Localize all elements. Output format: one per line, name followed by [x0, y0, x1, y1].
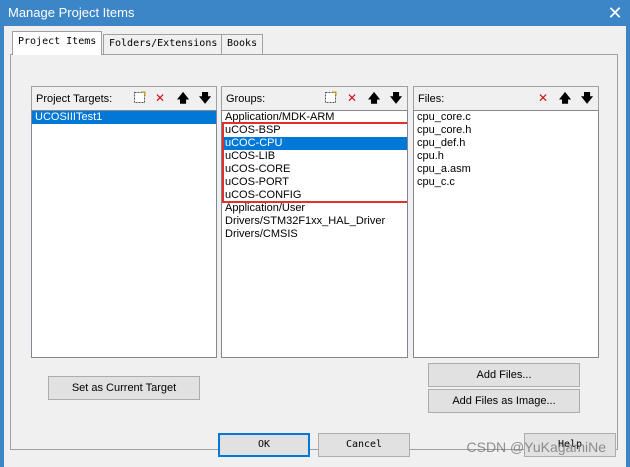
delete-target-icon[interactable]: ✕	[151, 89, 169, 107]
groups-header: Groups: ✕ 🡅 🡇	[221, 86, 408, 110]
files-title: Files:	[418, 93, 445, 105]
list-item-group[interactable]: Application/User	[222, 202, 407, 215]
tab-label: Books	[227, 38, 258, 49]
move-up-icon[interactable]: 🡅	[556, 89, 574, 107]
delete-file-icon[interactable]: ✕	[534, 89, 552, 107]
list-item-target[interactable]: UCOSIIITest1	[32, 111, 216, 124]
files-list[interactable]: cpu_core.c cpu_core.h cpu_def.h cpu.h cp…	[413, 110, 599, 358]
set-current-target-button[interactable]: Set as Current Target	[48, 376, 200, 400]
add-files-as-image-button[interactable]: Add Files as Image...	[428, 389, 580, 413]
move-down-icon[interactable]: 🡇	[196, 89, 214, 107]
project-targets-panel: Project Targets: ✕ 🡅 🡇 UCOSIIITest1	[31, 86, 217, 358]
groups-panel: Groups: ✕ 🡅 🡇 Application/MDK-ARM uCOS-B…	[221, 86, 408, 358]
move-down-icon[interactable]: 🡇	[387, 89, 405, 107]
tab-project-items[interactable]: Project Items	[12, 31, 103, 55]
delete-group-icon[interactable]: ✕	[343, 89, 361, 107]
highlight-box	[222, 122, 407, 203]
move-up-icon[interactable]: 🡅	[365, 89, 383, 107]
list-item-file[interactable]: cpu_core.h	[414, 124, 598, 137]
new-target-icon[interactable]	[130, 89, 148, 107]
add-files-button[interactable]: Add Files...	[428, 363, 580, 387]
watermark: CSDN @YuKagamiNe	[466, 439, 607, 455]
tab-folders-extensions[interactable]: Folders/Extensions	[103, 34, 224, 54]
list-item-file[interactable]: cpu_core.c	[414, 111, 598, 124]
move-down-icon[interactable]: 🡇	[578, 89, 596, 107]
project-targets-list[interactable]: UCOSIIITest1	[31, 110, 217, 358]
window-title: Manage Project Items	[8, 5, 135, 20]
tab-label: Project Items	[18, 36, 97, 47]
new-group-icon[interactable]	[321, 89, 339, 107]
list-item-group[interactable]: Drivers/STM32F1xx_HAL_Driver	[222, 215, 407, 228]
files-header: Files: ✕ 🡅 🡇	[413, 86, 599, 110]
manage-project-items-dialog: Manage Project Items ✕ Project Items Fol…	[0, 0, 630, 467]
project-targets-header: Project Targets: ✕ 🡅 🡇	[31, 86, 217, 110]
tab-books[interactable]: Books	[221, 34, 264, 54]
move-up-icon[interactable]: 🡅	[174, 89, 192, 107]
groups-title: Groups:	[226, 93, 266, 105]
close-icon[interactable]: ✕	[600, 0, 630, 26]
list-item-file[interactable]: cpu_def.h	[414, 137, 598, 150]
list-item-file[interactable]: cpu.h	[414, 150, 598, 163]
cancel-button[interactable]: Cancel	[318, 433, 410, 457]
dialog-body: Project Items Folders/Extensions Books P…	[4, 26, 626, 467]
groups-list[interactable]: Application/MDK-ARM uCOS-BSP uCOC-CPU uC…	[221, 110, 408, 358]
list-item-file[interactable]: cpu_c.c	[414, 176, 598, 189]
tab-label: Folders/Extensions	[109, 38, 218, 49]
list-item-file[interactable]: cpu_a.asm	[414, 163, 598, 176]
project-targets-title: Project Targets:	[36, 93, 113, 105]
list-item-group[interactable]: Drivers/CMSIS	[222, 228, 407, 241]
files-panel: Files: ✕ 🡅 🡇 cpu_core.c cpu_core.h cpu_d…	[413, 86, 599, 358]
title-bar[interactable]: Manage Project Items ✕	[0, 0, 630, 26]
ok-button[interactable]: OK	[218, 433, 310, 457]
